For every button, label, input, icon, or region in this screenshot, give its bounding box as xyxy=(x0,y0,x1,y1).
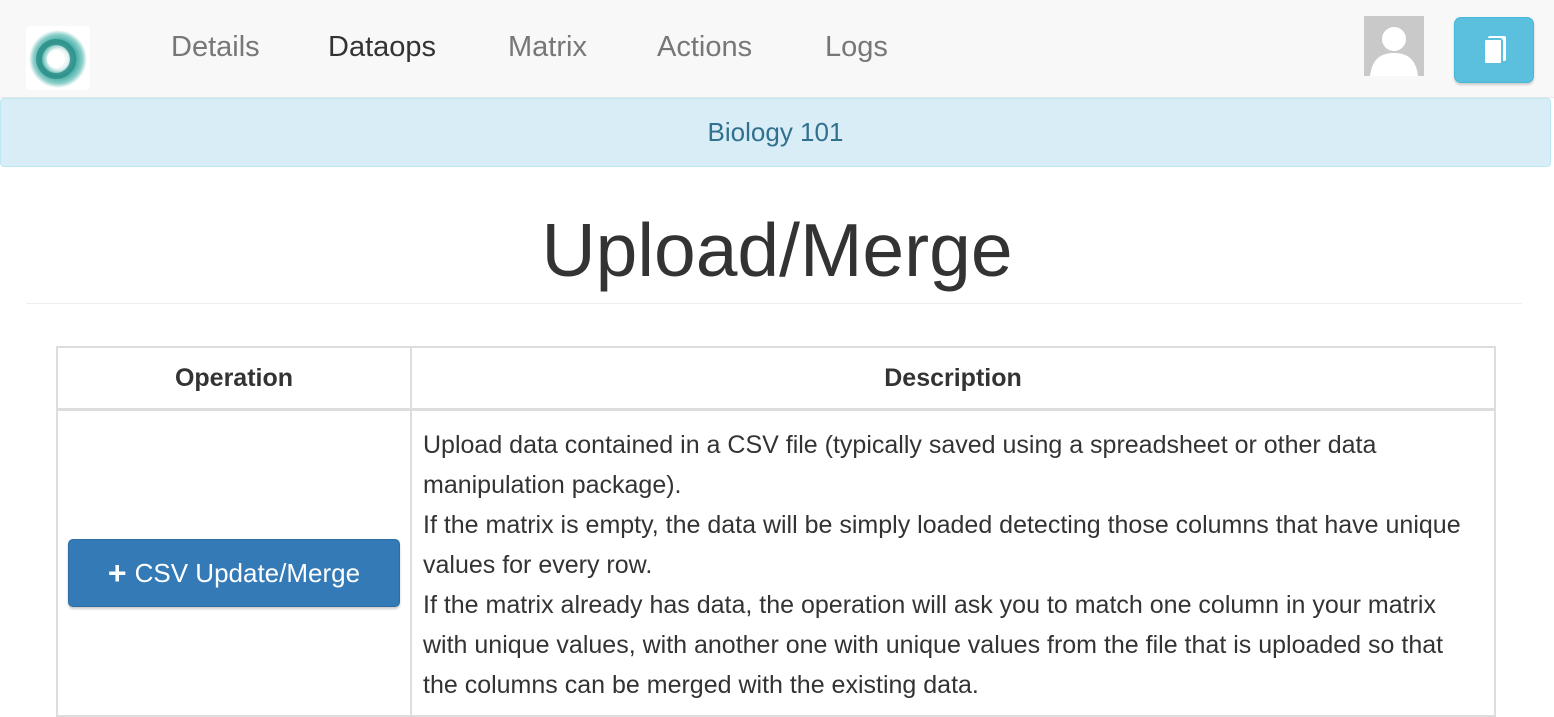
nav-dataops[interactable]: Dataops xyxy=(328,28,436,66)
top-navbar: Details Dataops Matrix Actions Logs xyxy=(0,0,1554,98)
book-icon xyxy=(1483,36,1506,65)
operation-cell: + CSV Update/Merge xyxy=(56,408,412,717)
column-header-description: Description xyxy=(410,346,1496,411)
documentation-button[interactable] xyxy=(1454,17,1534,83)
title-divider xyxy=(26,303,1522,304)
nav-logs[interactable]: Logs xyxy=(825,28,888,66)
description-paragraph: Upload data contained in a CSV file (typ… xyxy=(423,431,1377,499)
app-logo-icon[interactable] xyxy=(26,26,90,90)
column-header-operation: Operation xyxy=(56,346,412,411)
course-name[interactable]: Biology 101 xyxy=(708,117,844,147)
description-cell: Upload data contained in a CSV file (typ… xyxy=(410,408,1496,717)
csv-button-label: CSV Update/Merge xyxy=(134,558,361,588)
operations-table: Operation Description + CSV Update/Merge … xyxy=(56,346,1496,717)
nav-actions[interactable]: Actions xyxy=(657,28,752,66)
course-banner: Biology 101 xyxy=(0,98,1551,167)
plus-icon: + xyxy=(107,555,127,591)
nav-matrix[interactable]: Matrix xyxy=(508,28,587,66)
table-row: + CSV Update/Merge Upload data contained … xyxy=(56,408,1496,717)
table-header-row: Operation Description xyxy=(56,346,1496,411)
csv-update-merge-button[interactable]: + CSV Update/Merge xyxy=(68,539,400,607)
nav-details[interactable]: Details xyxy=(171,28,260,66)
description-paragraph: If the matrix is empty, the data will be… xyxy=(423,511,1461,579)
page-title: Upload/Merge xyxy=(541,208,1013,292)
user-avatar-icon[interactable] xyxy=(1364,16,1424,76)
description-paragraph: If the matrix already has data, the oper… xyxy=(423,591,1444,699)
